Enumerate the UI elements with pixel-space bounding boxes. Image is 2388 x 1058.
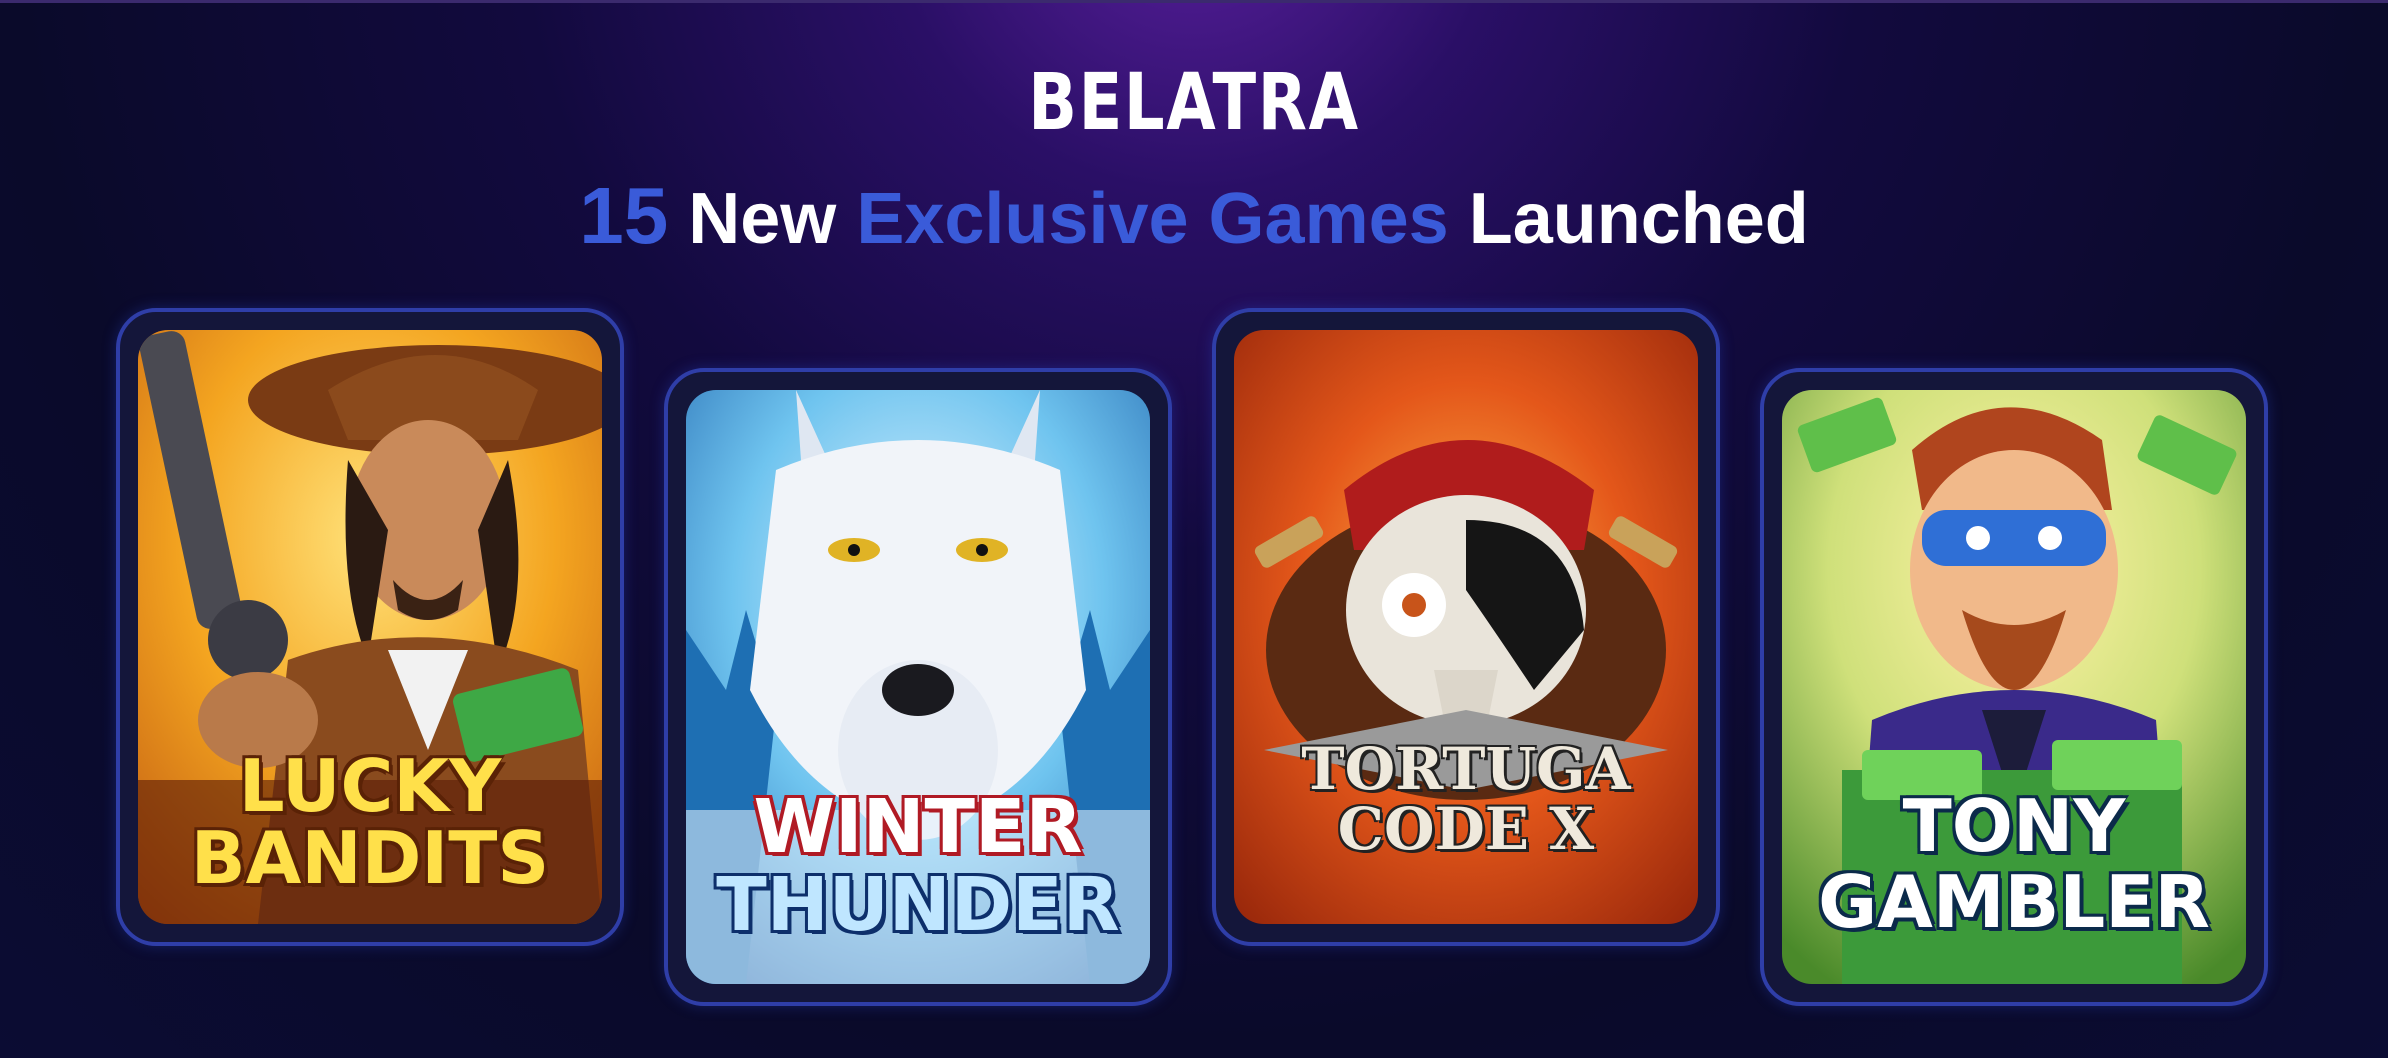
headline: 15 New Exclusive Games Launched: [0, 170, 2388, 262]
headline-count: 15: [579, 171, 669, 260]
headline-part2: Launched: [1468, 179, 1809, 259]
game-card-winter-thunder[interactable]: WINTER THUNDER: [664, 368, 1172, 1006]
game-card-tony-gambler[interactable]: TONY GAMBLER: [1760, 368, 2268, 1006]
game-card-lucky-bandits[interactable]: LUCKY BANDITS: [116, 308, 624, 946]
game-art-pirate-skull: TORTUGA CODE X: [1234, 330, 1698, 924]
game-title-tortuga-code-x: TORTUGA CODE X: [1301, 735, 1631, 863]
top-border: [0, 0, 2388, 3]
game-art-cowboy: LUCKY BANDITS: [138, 330, 602, 924]
game-art-wolf: WINTER THUNDER: [686, 390, 1150, 984]
headline-part1: New: [688, 179, 837, 259]
game-title-winter-thunder: WINTER THUNDER: [716, 784, 1120, 948]
game-title-tony-gambler: TONY GAMBLER: [1818, 784, 2210, 944]
game-card-tortuga-code-x[interactable]: TORTUGA CODE X: [1212, 308, 1720, 946]
game-title-lucky-bandits: LUCKY BANDITS: [190, 744, 550, 900]
game-art-masked-man: TONY GAMBLER: [1782, 390, 2246, 984]
headline-accent: Exclusive Games: [856, 179, 1449, 259]
brand-logo: BELATRA: [1028, 58, 1360, 148]
